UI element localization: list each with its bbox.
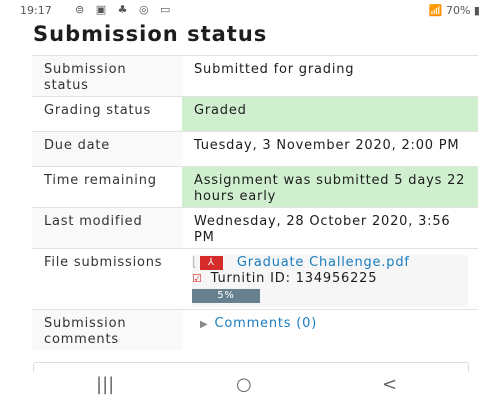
table-row: Submission status Submitted for grading [32, 55, 478, 97]
similarity-score[interactable]: 5% [192, 289, 260, 303]
submission-status-table: Submission status Submitted for grading G… [32, 55, 478, 350]
comments-link[interactable]: Comments (0) [215, 316, 318, 331]
notification-icons: ⊜ ▣ ♣ ◎ ▭ [75, 3, 175, 16]
recent-apps-button[interactable]: ||| [96, 374, 114, 395]
back-button[interactable]: < [382, 374, 397, 395]
due-date-value: Tuesday, 3 November 2020, 2:00 PM [182, 131, 478, 167]
row-label: Time remaining [32, 166, 182, 208]
page-title: Submission status [33, 22, 268, 46]
file-link[interactable]: Graduate Challenge.pdf [237, 255, 410, 270]
clock: 19:17 [20, 4, 52, 17]
turnitin-icon: ☑ [192, 272, 203, 285]
table-row: Due date Tuesday, 3 November 2020, 2:00 P… [32, 131, 478, 167]
table-row: Grading status Graded [32, 96, 478, 132]
home-button[interactable]: ○ [236, 374, 252, 395]
row-value: Submitted for grading [182, 55, 478, 97]
android-nav-bar: ||| ○ < [0, 372, 500, 400]
status-bar: 19:17 ⊜ ▣ ♣ ◎ ▭ 📶 70% ▮ [0, 0, 500, 22]
table-row: Submission comments ▶ Comments (0) [32, 309, 478, 350]
expand-arrow-icon[interactable]: ▶ [200, 319, 209, 330]
row-label: Due date [32, 131, 182, 167]
row-label: Submission comments [32, 309, 182, 350]
grading-status-value: Graded [182, 96, 478, 132]
last-modified-value: Wednesday, 28 October 2020, 3:56 PM [182, 207, 478, 249]
table-row: File submissions ⌊ ⅄ Graduate Challenge.pd… [32, 248, 478, 310]
table-row: Time remaining Assignment was submitted 5… [32, 166, 478, 208]
time-remaining-value: Assignment was submitted 5 days 22 hours… [182, 166, 478, 208]
battery-level: 📶 70% ▮ [428, 4, 480, 17]
row-label: Grading status [32, 96, 182, 132]
row-label: File submissions [32, 248, 182, 310]
pdf-icon: ⅄ [199, 255, 223, 270]
row-label: Last modified [32, 207, 182, 249]
turnitin-id: Turnitin ID: 134956225 [210, 271, 378, 286]
table-row: Last modified Wednesday, 28 October 2020,… [32, 207, 478, 249]
row-label: Submission status [32, 55, 182, 97]
file-submission: ⌊ ⅄ Graduate Challenge.pdf ☑ Turnitin ID: 1… [192, 255, 468, 307]
